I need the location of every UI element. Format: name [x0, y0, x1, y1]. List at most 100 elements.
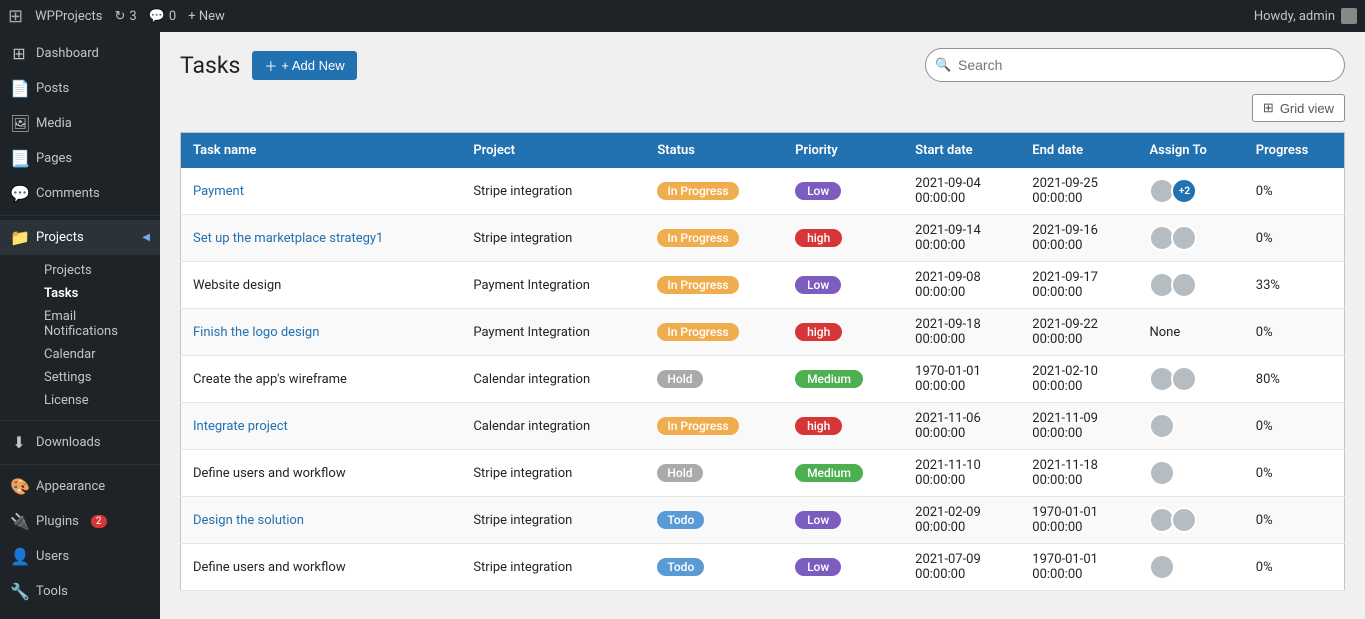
- table-row: Website designPayment IntegrationIn Prog…: [181, 262, 1345, 309]
- task-assign-cell: +2: [1137, 168, 1243, 215]
- wp-logo-icon[interactable]: ⊞: [8, 6, 23, 27]
- task-priority-cell: Low: [783, 262, 903, 309]
- task-progress-cell: 0%: [1244, 497, 1345, 544]
- priority-badge: Medium: [795, 370, 863, 388]
- sidebar-item-tools[interactable]: 🔧 Tools: [0, 574, 160, 609]
- task-priority-cell: Low: [783, 168, 903, 215]
- table-row: Set up the marketplace strategy1Stripe i…: [181, 215, 1345, 262]
- sidebar-sub-item-tasks[interactable]: Tasks: [36, 282, 160, 305]
- sidebar-sub-item-calendar[interactable]: Calendar: [36, 343, 160, 366]
- status-badge: In Progress: [657, 182, 738, 200]
- task-name-link[interactable]: Finish the logo design: [193, 325, 319, 340]
- col-project: Project: [461, 133, 645, 169]
- task-project-cell: Payment Integration: [461, 309, 645, 356]
- grid-view-button[interactable]: ⊞ Grid view: [1252, 94, 1345, 122]
- comments-count[interactable]: 💬 0: [149, 9, 177, 24]
- task-name-cell: Set up the marketplace strategy1: [181, 215, 462, 262]
- plus-icon: ＋: [264, 56, 277, 75]
- task-start-date-cell: 2021-09-08 00:00:00: [903, 262, 1020, 309]
- task-priority-cell: Medium: [783, 356, 903, 403]
- task-end-date-cell: 2021-09-17 00:00:00: [1020, 262, 1137, 309]
- status-badge: In Progress: [657, 323, 738, 341]
- task-name-link[interactable]: Set up the marketplace strategy1: [193, 231, 383, 246]
- sidebar-item-comments[interactable]: 💬 Comments: [0, 176, 160, 211]
- sidebar-sub-item-email-notifications[interactable]: Email Notifications: [36, 305, 160, 343]
- task-name-cell: Payment: [181, 168, 462, 215]
- task-name-cell: Define users and workflow: [181, 544, 462, 591]
- task-end-date-cell: 2021-11-09 00:00:00: [1020, 403, 1137, 450]
- col-priority: Priority: [783, 133, 903, 169]
- avatar: [1149, 554, 1175, 580]
- sidebar-item-dashboard[interactable]: ⊞ Dashboard: [0, 36, 160, 71]
- search-bar-wrap: 🔍: [925, 48, 1345, 82]
- site-name[interactable]: WPProjects: [35, 9, 102, 24]
- add-new-button[interactable]: ＋ + Add New: [252, 51, 356, 80]
- page-header: Tasks ＋ + Add New 🔍: [180, 48, 1345, 82]
- downloads-icon: ⬇: [10, 433, 28, 452]
- projects-submenu: Projects Tasks Email Notifications Calen…: [0, 255, 160, 416]
- sidebar-item-media[interactable]: 🖼 Media: [0, 106, 160, 141]
- task-end-date-cell: 2021-09-22 00:00:00: [1020, 309, 1137, 356]
- sidebar-item-plugins[interactable]: 🔌 Plugins 2: [0, 504, 160, 539]
- sidebar: ⊞ Dashboard 📄 Posts 🖼 Media 📃 Pages 💬 Co…: [0, 32, 160, 619]
- task-progress-cell: 0%: [1244, 309, 1345, 356]
- task-start-date-cell: 2021-11-06 00:00:00: [903, 403, 1020, 450]
- avatars-wrap: [1149, 272, 1231, 298]
- task-assign-cell: [1137, 262, 1243, 309]
- main-content: Tasks ＋ + Add New 🔍 ⊞ Grid view: [160, 32, 1365, 619]
- sidebar-item-pages[interactable]: 📃 Pages: [0, 141, 160, 176]
- task-end-date-cell: 2021-11-18 00:00:00: [1020, 450, 1137, 497]
- task-priority-cell: high: [783, 309, 903, 356]
- task-name-link[interactable]: Integrate project: [193, 419, 288, 434]
- updates-count[interactable]: ↻ 3: [115, 9, 137, 24]
- sidebar-item-posts[interactable]: 📄 Posts: [0, 71, 160, 106]
- task-assign-cell: None: [1137, 309, 1243, 356]
- sidebar-sub-item-license[interactable]: License: [36, 389, 160, 412]
- avatars-wrap: [1149, 413, 1231, 439]
- avatars-wrap: [1149, 554, 1231, 580]
- comments-icon: 💬: [10, 184, 28, 203]
- task-status-cell: In Progress: [645, 403, 783, 450]
- status-badge: Todo: [657, 558, 704, 576]
- task-end-date-cell: 2021-09-16 00:00:00: [1020, 215, 1137, 262]
- avatar: [1171, 507, 1197, 533]
- task-status-cell: In Progress: [645, 309, 783, 356]
- task-progress-cell: 0%: [1244, 450, 1345, 497]
- sidebar-item-projects[interactable]: 📁 Projects ◀: [0, 220, 160, 255]
- col-progress: Progress: [1244, 133, 1345, 169]
- user-greeting: Howdy, admin: [1254, 8, 1357, 24]
- task-priority-cell: Low: [783, 544, 903, 591]
- sidebar-sub-item-settings[interactable]: Settings: [36, 366, 160, 389]
- col-task-name: Task name: [181, 133, 462, 169]
- page-title: Tasks: [180, 52, 240, 79]
- sidebar-item-users[interactable]: 👤 Users: [0, 539, 160, 574]
- status-badge: Hold: [657, 464, 702, 482]
- task-progress-cell: 0%: [1244, 403, 1345, 450]
- task-name-link[interactable]: Design the solution: [193, 513, 304, 528]
- new-content[interactable]: + New: [188, 9, 225, 24]
- task-status-cell: In Progress: [645, 168, 783, 215]
- priority-badge: high: [795, 229, 842, 247]
- priority-badge: Medium: [795, 464, 863, 482]
- avatars-wrap: [1149, 225, 1231, 251]
- dashboard-icon: ⊞: [10, 44, 28, 63]
- task-name-cell: Create the app's wireframe: [181, 356, 462, 403]
- table-row: Finish the logo design Payment Integratio…: [181, 309, 1345, 356]
- task-start-date-cell: 2021-09-04 00:00:00: [903, 168, 1020, 215]
- task-start-date-cell: 2021-02-09 00:00:00: [903, 497, 1020, 544]
- task-project-cell: Stripe integration: [461, 168, 645, 215]
- sidebar-item-downloads[interactable]: ⬇ Downloads: [0, 425, 160, 460]
- task-priority-cell: high: [783, 215, 903, 262]
- sidebar-item-appearance[interactable]: 🎨 Appearance: [0, 469, 160, 504]
- task-progress-cell: 0%: [1244, 215, 1345, 262]
- comment-icon: 💬: [149, 9, 165, 24]
- task-end-date-cell: 1970-01-01 00:00:00: [1020, 497, 1137, 544]
- task-status-cell: Hold: [645, 450, 783, 497]
- sidebar-sub-item-projects[interactable]: Projects: [36, 259, 160, 282]
- status-badge: In Progress: [657, 229, 738, 247]
- toolbar-row: ⊞ Grid view: [180, 94, 1345, 122]
- priority-badge: Low: [795, 182, 841, 200]
- search-input[interactable]: [925, 48, 1345, 82]
- tasks-table: Task name Project Status Priority Start …: [180, 132, 1345, 591]
- task-name-link[interactable]: Payment: [193, 184, 244, 199]
